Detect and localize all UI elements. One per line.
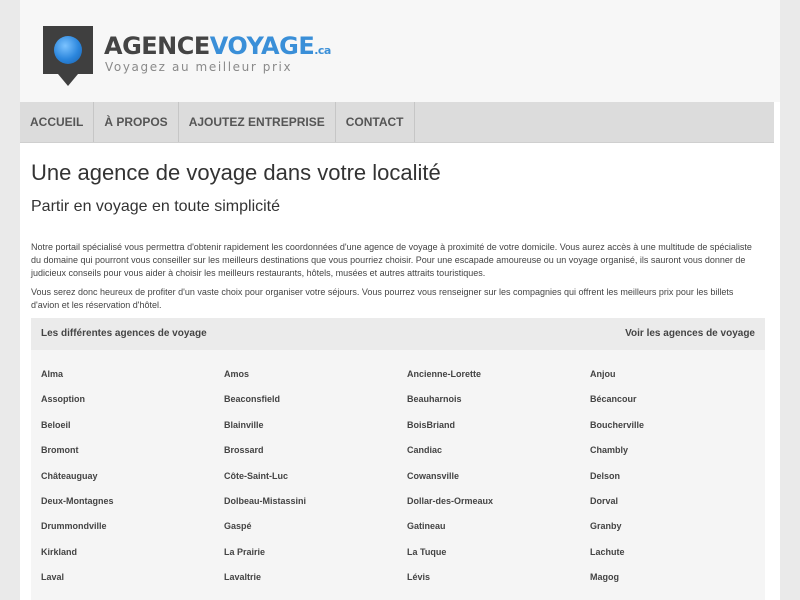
main-nav: ACCUEIL À PROPOS AJOUTEZ ENTREPRISE CONT… [20,102,774,143]
city-link[interactable]: Laval [41,572,64,582]
globe-icon [54,36,82,64]
logo-suffix: .ca [314,44,331,57]
city-link[interactable]: Brossard [224,445,264,455]
city-link[interactable]: Boucherville [590,420,644,430]
city-link[interactable]: Lachute [590,547,625,557]
city-link[interactable]: Alma [41,369,63,379]
city-link[interactable]: Beaconsfield [224,394,280,404]
logo-pin-tip [58,74,78,86]
city-link[interactable]: Gaspé [224,521,252,531]
intro-paragraph: Notre portail spécialisé vous permettra … [31,242,752,278]
logo-word-agence: AGENCE [104,32,210,60]
city-link[interactable]: Dolbeau-Mistassini [224,496,306,506]
city-link[interactable]: Anjou [590,369,616,379]
city-link[interactable]: Beauharnois [407,394,462,404]
city-link[interactable]: Dorval [590,496,618,506]
second-paragraph: Vous serez donc heureux de profiter d'un… [31,287,734,310]
city-link[interactable]: Kirkland [41,547,77,557]
city-link[interactable]: Bécancour [590,394,637,404]
logo-word-voyage: VOYAGE [209,32,315,60]
city-link[interactable]: La Prairie [224,547,265,557]
page-subtitle: Partir en voyage en toute simplicité [31,198,281,215]
agencies-header-bar: Les différentes agences de voyage Voir l… [31,318,765,350]
city-link[interactable]: Assoption [41,394,85,404]
city-link[interactable]: Delson [590,471,620,481]
city-link[interactable]: Lévis [407,572,430,582]
city-link[interactable]: Châteauguay [41,471,98,481]
city-link[interactable]: Côte-Saint-Luc [224,471,288,481]
city-link[interactable]: Blainville [224,420,264,430]
nav-item-ajoutez-entreprise[interactable]: AJOUTEZ ENTREPRISE [179,102,336,142]
city-link[interactable]: Candiac [407,445,442,455]
city-link[interactable]: Deux-Montagnes [41,496,114,506]
city-link[interactable]: BoisBriand [407,420,455,430]
nav-item-a-propos[interactable]: À PROPOS [94,102,179,142]
city-link[interactable]: Beloeil [41,420,71,430]
city-link[interactable]: Lavaltrie [224,572,261,582]
page-title: Une agence de voyage dans votre localité [31,160,441,185]
city-link[interactable]: Drummondville [41,521,107,531]
city-list: Alma Amos Ancienne-Lorette Anjou Assoption Be… [31,350,765,600]
city-link[interactable]: Granby [590,521,622,531]
city-link[interactable]: Magog [590,572,619,582]
city-link[interactable]: Bromont [41,445,79,455]
city-link[interactable]: Ancienne-Lorette [407,369,481,379]
city-link[interactable]: Cowansville [407,471,459,481]
city-link[interactable]: Dollar-des-Ormeaux [407,496,493,506]
site-header: AGENCEVOYAGE.ca Voyagez au meilleur prix [20,0,780,102]
nav-item-accueil[interactable]: ACCUEIL [20,102,95,142]
logo-tagline: Voyagez au meilleur prix [105,60,293,74]
city-link[interactable]: Gatineau [407,521,446,531]
city-link[interactable]: Chambly [590,445,628,455]
view-agencies-link[interactable]: Voir les agences de voyage [625,318,755,350]
city-link[interactable]: Amos [224,369,249,379]
agencies-heading: Les différentes agences de voyage [41,328,207,339]
nav-item-contact[interactable]: CONTACT [336,102,415,142]
city-link[interactable]: La Tuque [407,547,446,557]
page: AGENCEVOYAGE.ca Voyagez au meilleur prix… [20,0,780,600]
